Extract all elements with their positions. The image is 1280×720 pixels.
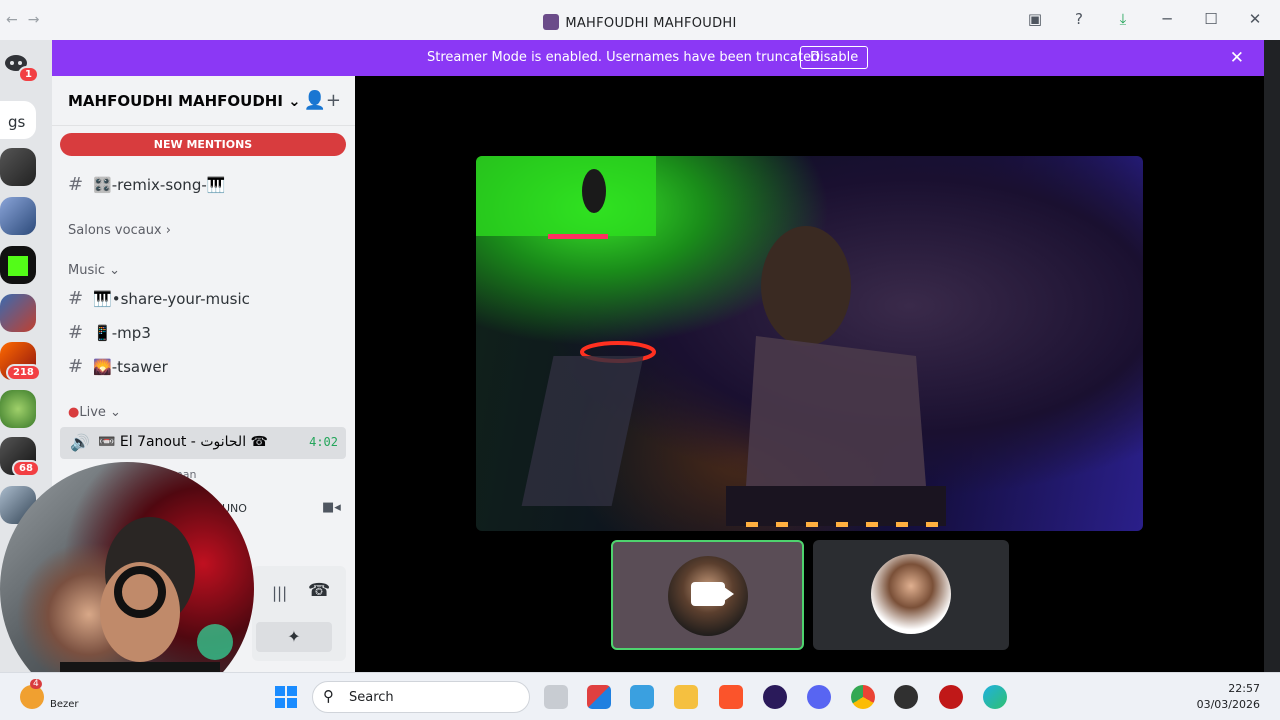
- window-titlebar: ← → MAHFOUDHI MAHFOUDHI ▣ ? ⤓ ─ ☐ ✕: [0, 0, 1280, 40]
- weather-text: Bezer: [50, 699, 79, 710]
- channel-item[interactable]: # 📱-mp3: [68, 322, 151, 343]
- chevron-down-icon: ⌄: [288, 92, 301, 110]
- chevron-right-icon: ›: [165, 223, 171, 238]
- system-clock[interactable]: 22:57 03/03/2026: [1197, 681, 1260, 713]
- speaker-icon: 🔊: [70, 433, 90, 452]
- clock-date: 03/03/2026: [1196, 698, 1260, 711]
- kick-logo-icon: [8, 256, 28, 276]
- disable-streamer-button[interactable]: Disable: [800, 46, 869, 69]
- minimize-button[interactable]: ─: [1156, 10, 1178, 28]
- store-icon[interactable]: [587, 685, 611, 709]
- soundboard-icon[interactable]: |||: [272, 584, 287, 602]
- close-button[interactable]: ✕: [1244, 10, 1266, 28]
- server-badge: 218: [6, 364, 41, 381]
- streamer-mode-banner: Streamer Mode is enabled. Usernames have…: [52, 40, 1264, 76]
- download-icon[interactable]: ⤓: [1112, 10, 1134, 28]
- screen-share-icon[interactable]: ▣: [1024, 10, 1046, 28]
- channel-item[interactable]: # 🎛️-remix-song-🎹: [68, 174, 225, 195]
- taskbar-search[interactable]: ⚲ Search: [312, 681, 530, 713]
- hashtag-icon: #: [68, 322, 84, 343]
- server-badge: 68: [12, 460, 40, 477]
- video-stage: [355, 76, 1264, 672]
- category-live[interactable]: ●Live ⌄: [68, 405, 121, 420]
- disconnect-icon[interactable]: ☎: [308, 580, 330, 601]
- obs-icon[interactable]: [894, 685, 918, 709]
- banner-message: Streamer Mode is enabled. Usernames have…: [427, 50, 824, 65]
- hashtag-icon: #: [68, 356, 84, 377]
- titlebar-controls: ▣ ? ⤓ ─ ☐ ✕: [1024, 10, 1266, 28]
- participant-tile-active[interactable]: [611, 540, 804, 650]
- server-icon: [543, 14, 560, 30]
- channel-name: 🎹•share-your-music: [93, 290, 250, 308]
- channel-name: 📱-mp3: [93, 324, 151, 342]
- task-view-icon[interactable]: [544, 685, 568, 709]
- channel-name: 🎛️-remix-song-🎹: [93, 176, 226, 194]
- rocket-icon: ✦: [287, 627, 301, 646]
- weather-badge: 4: [30, 679, 42, 689]
- server-partial-label: gs: [8, 113, 26, 131]
- video-camera-icon: [690, 582, 734, 606]
- server-item[interactable]: [0, 148, 36, 186]
- voice-channel-name: 📼 El 7anout - الحانوت ☎: [98, 434, 268, 450]
- app-icon[interactable]: [763, 685, 787, 709]
- clock-time: 22:57: [1228, 682, 1260, 695]
- video-camera-icon: ■◂: [322, 500, 341, 515]
- hashtag-icon: #: [68, 174, 84, 195]
- avatar: [871, 554, 951, 634]
- window-title-text: MAHFOUDHI MAHFOUDHI: [565, 16, 737, 31]
- app-icon[interactable]: [939, 685, 963, 709]
- server-item[interactable]: [0, 390, 36, 428]
- windows-start-icon[interactable]: [274, 685, 298, 709]
- maximize-button[interactable]: ☐: [1200, 10, 1222, 28]
- studio-scene: [476, 156, 946, 527]
- help-icon[interactable]: ?: [1068, 10, 1090, 28]
- hashtag-icon: #: [68, 288, 84, 309]
- server-name[interactable]: MAHFOUDHI MAHFOUDHI ⌄: [68, 92, 301, 110]
- weather-icon[interactable]: [20, 685, 44, 709]
- voice-channel-live[interactable]: 🔊 📼 El 7anout - الحانوت ☎ 4:02: [60, 427, 346, 459]
- search-icon: ⚲: [323, 687, 334, 705]
- invite-people-icon[interactable]: 👤+: [304, 90, 342, 111]
- server-item[interactable]: [0, 294, 36, 332]
- server-item[interactable]: [0, 197, 36, 235]
- activity-button[interactable]: ✦: [256, 622, 332, 652]
- home-badge: 1: [18, 66, 39, 83]
- taskbar: 4 Bezer ⚲ Search 22:57 03/03/2026: [0, 672, 1280, 720]
- search-label: Search: [349, 690, 394, 705]
- banner-close-icon[interactable]: ✕: [1230, 48, 1244, 68]
- red-circle-icon: ●: [68, 405, 80, 420]
- microsoft-store-icon[interactable]: [630, 685, 654, 709]
- brave-browser-icon[interactable]: [719, 685, 743, 709]
- chevron-down-icon: ⌄: [109, 263, 121, 278]
- channel-name: 🌄-tsawer: [93, 358, 168, 376]
- chrome-icon[interactable]: [851, 685, 875, 709]
- edge-icon[interactable]: [983, 685, 1007, 709]
- channel-item[interactable]: # 🎹•share-your-music: [68, 288, 250, 309]
- participant-tile[interactable]: [813, 540, 1009, 650]
- voice-timer: 4:02: [309, 435, 338, 449]
- discord-icon[interactable]: [807, 685, 831, 709]
- screen-share-video[interactable]: [476, 156, 1143, 531]
- category-salons-vocaux[interactable]: Salons vocaux ›: [68, 223, 171, 238]
- server-header[interactable]: MAHFOUDHI MAHFOUDHI ⌄ 👤+: [52, 76, 355, 126]
- category-music[interactable]: Music ⌄: [68, 263, 120, 278]
- server-item[interactable]: [0, 246, 36, 284]
- chevron-down-icon: ⌄: [110, 405, 121, 420]
- file-explorer-icon[interactable]: [674, 685, 698, 709]
- voice-control-panel: ||| ☎ ✦: [252, 566, 346, 661]
- new-mentions-pill[interactable]: NEW MENTIONS: [60, 133, 346, 156]
- channel-item[interactable]: # 🌄-tsawer: [68, 356, 168, 377]
